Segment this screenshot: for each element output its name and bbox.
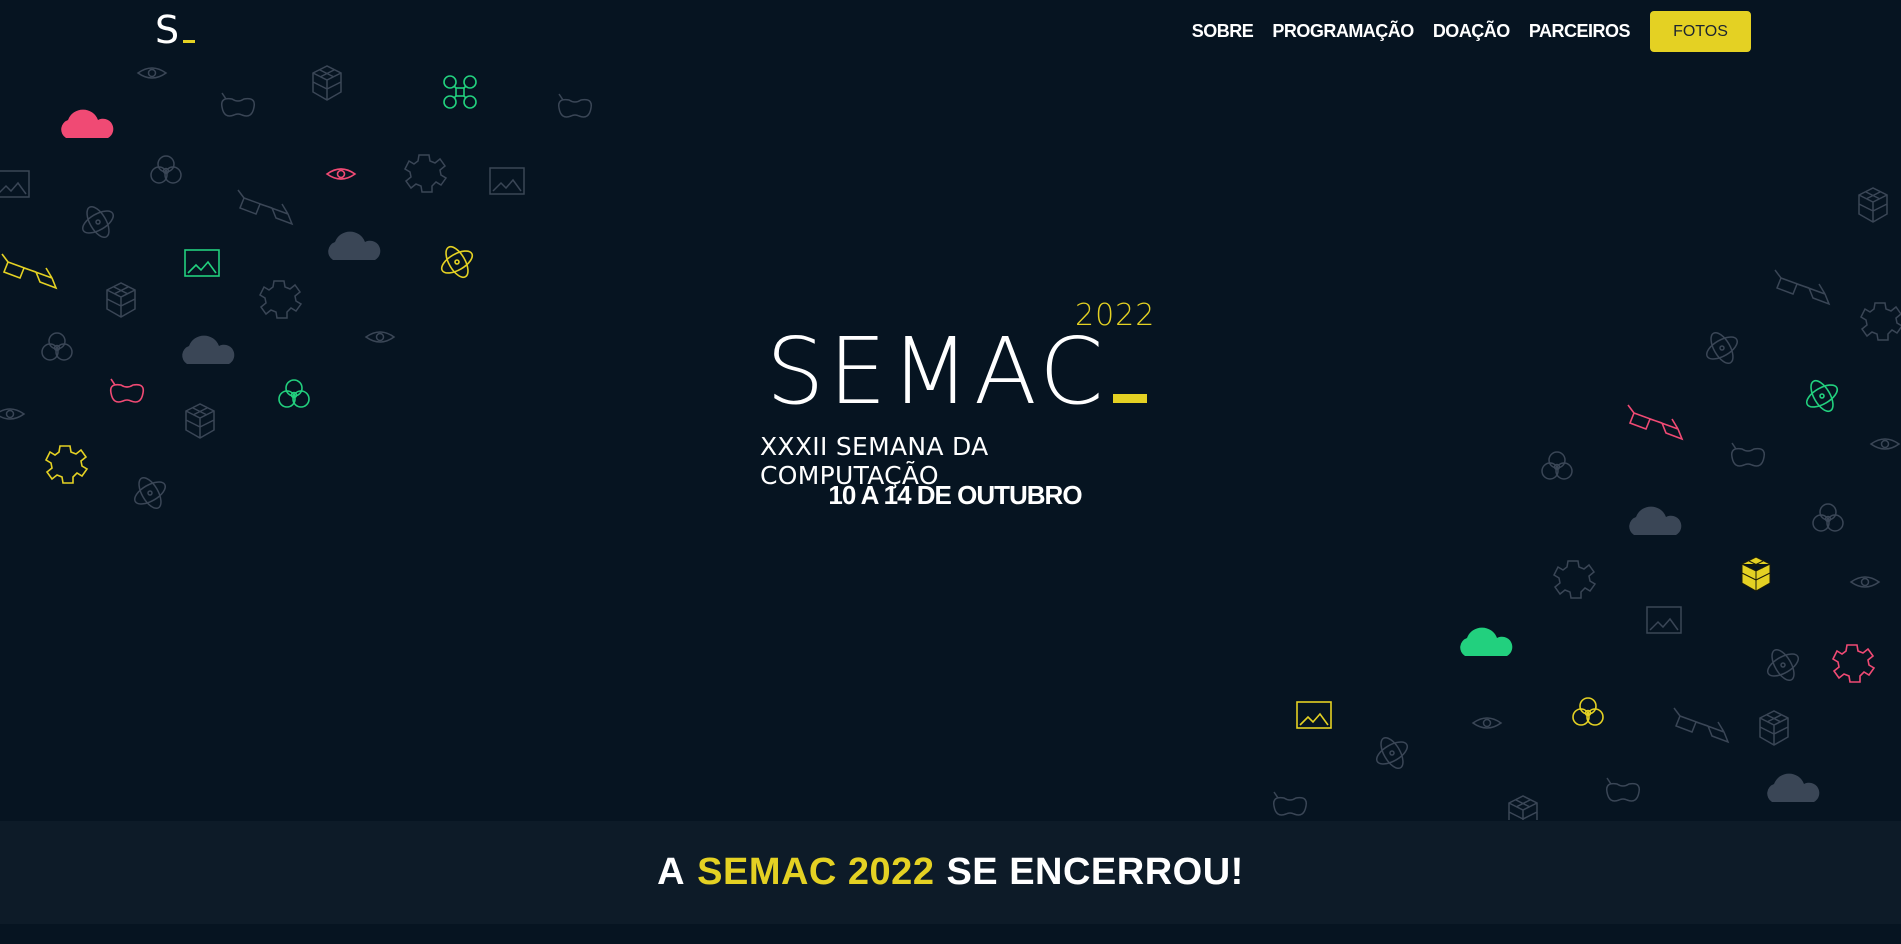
banner-prefix: A xyxy=(657,851,686,893)
banner-suffix: SE ENCERROU! xyxy=(946,851,1244,893)
event-dates: 10 A 14 DE OUTUBRO xyxy=(828,480,1082,510)
banner-highlight: SEMAC 2022 xyxy=(697,851,935,893)
closing-banner: A SEMAC 2022 SE ENCERROU! xyxy=(0,821,1901,924)
event-title: SEMAC xyxy=(766,322,1148,422)
title-cursor xyxy=(1113,394,1148,403)
event-title-text: SEMAC xyxy=(766,318,1108,425)
